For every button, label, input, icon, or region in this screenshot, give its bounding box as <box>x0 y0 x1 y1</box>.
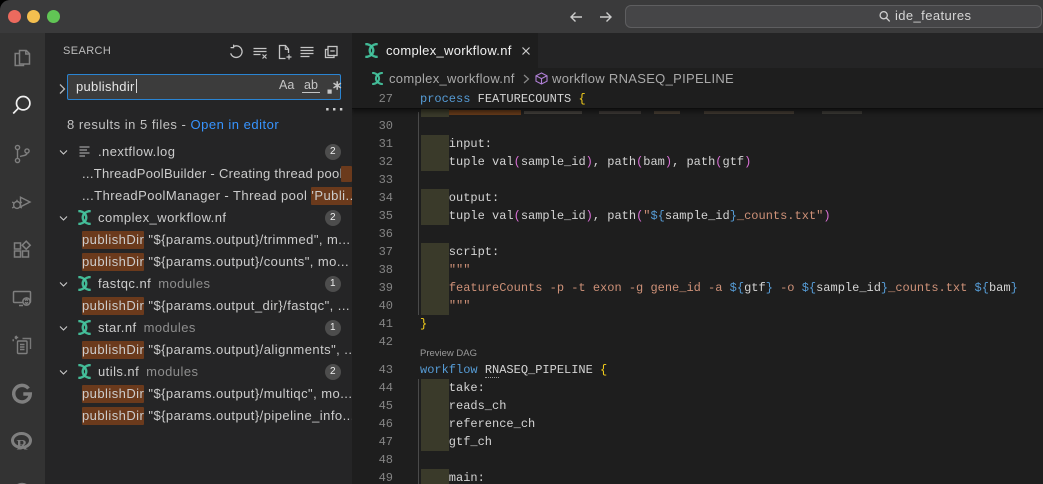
svg-text:R: R <box>17 438 28 454</box>
